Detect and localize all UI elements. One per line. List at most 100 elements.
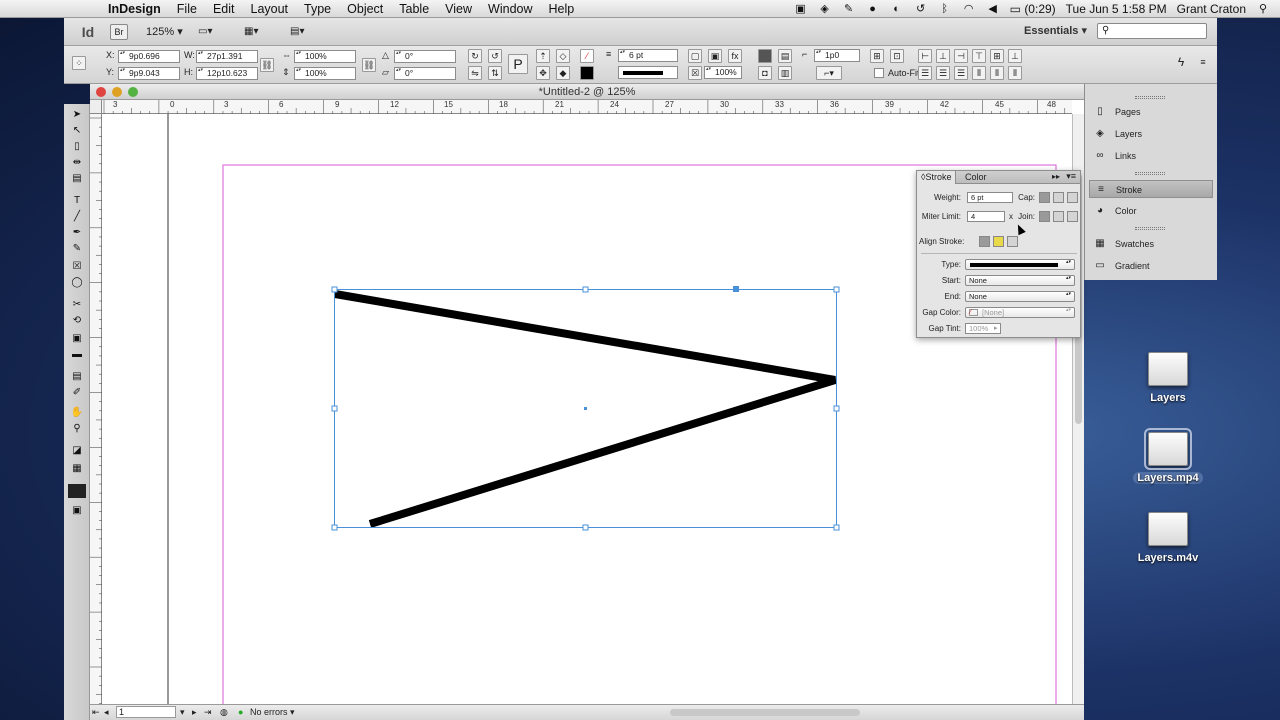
screen-mode-icon[interactable]: ▣ xyxy=(68,504,86,518)
last-page-icon[interactable]: ⇥ xyxy=(204,705,212,720)
wifi-icon[interactable]: ◠ xyxy=(962,3,976,15)
scale-y-input[interactable]: 100% xyxy=(294,67,356,80)
first-page-icon[interactable]: ⇤ xyxy=(92,705,100,720)
round-cap-icon[interactable] xyxy=(1053,192,1064,203)
select-container-icon[interactable]: ⇡ xyxy=(536,49,550,63)
desktop-icon-layers-mp4[interactable]: Layers.mp4 xyxy=(1128,428,1208,484)
time-machine-icon[interactable]: ↺ xyxy=(914,3,928,15)
selection-handle[interactable] xyxy=(331,405,338,412)
start-arrowhead-dropdown[interactable]: None xyxy=(965,275,1075,286)
bluetooth-icon[interactable]: ᛒ xyxy=(938,3,952,15)
path-orientation-icon[interactable]: P xyxy=(508,54,528,74)
camera-icon[interactable]: ▣ xyxy=(794,3,808,15)
align-left-edges-icon[interactable]: ⊢ xyxy=(918,49,932,63)
line-tool-icon[interactable]: ╱ xyxy=(68,210,86,224)
reference-point-icon[interactable]: ⁘ xyxy=(72,56,86,70)
drop-shadow-icon[interactable]: ▢ xyxy=(688,49,702,63)
constrain-proportions-icon[interactable]: ⛓ xyxy=(260,58,274,72)
apply-color-icon[interactable]: ▦ xyxy=(68,462,86,476)
dock-item-color[interactable]: ◕ Color xyxy=(1089,202,1213,220)
width-input[interactable]: 27p1.391 xyxy=(196,50,258,63)
distribute-right-icon[interactable]: ⫴ xyxy=(1008,66,1022,80)
align-center-stroke-icon[interactable] xyxy=(979,236,990,247)
miter-join-icon[interactable] xyxy=(1039,211,1050,222)
miter-limit-input[interactable]: 4 xyxy=(967,211,1005,222)
clock[interactable]: Tue Jun 5 1:58 PM xyxy=(1066,2,1167,16)
rectangle-frame-tool-icon[interactable]: ☒ xyxy=(68,260,86,274)
user-name[interactable]: Grant Craton xyxy=(1177,2,1246,16)
projecting-cap-icon[interactable] xyxy=(1067,192,1078,203)
zoom-window-button[interactable] xyxy=(128,87,138,97)
menu-window[interactable]: Window xyxy=(488,2,532,16)
vertical-ruler[interactable] xyxy=(90,114,102,710)
free-transform-tool-icon[interactable]: ⟲ xyxy=(68,314,86,328)
dock-grip[interactable] xyxy=(1135,172,1165,175)
selection-handle[interactable] xyxy=(833,405,840,412)
menu-app-name[interactable]: InDesign xyxy=(108,2,161,16)
direct-selection-tool-icon[interactable]: ↖ xyxy=(68,124,86,138)
tab-color[interactable]: Color xyxy=(961,171,991,184)
page-number-input[interactable]: 1 xyxy=(116,706,176,718)
corner-shape-select[interactable]: ⌐▾ xyxy=(816,66,842,80)
rotation-angle-input[interactable]: 0° xyxy=(394,50,456,63)
menu-layout[interactable]: Layout xyxy=(251,2,289,16)
select-content-icon[interactable]: ✥ xyxy=(536,66,550,80)
menu-help[interactable]: Help xyxy=(549,2,575,16)
flip-horizontal-icon[interactable]: ⇋ xyxy=(468,66,482,80)
close-window-button[interactable] xyxy=(96,87,106,97)
view-options-button[interactable]: ▭▾ xyxy=(198,24,232,40)
preflight-menu-icon[interactable]: ▾ xyxy=(290,705,295,720)
selection-tool-icon[interactable]: ➤ xyxy=(68,108,86,122)
minimize-window-button[interactable] xyxy=(112,87,122,97)
next-page-icon[interactable]: ▸ xyxy=(192,705,197,720)
preflight-status[interactable]: No errors xyxy=(250,705,288,720)
gradient-feather-tool-icon[interactable]: ▬ xyxy=(68,348,86,362)
dock-grip[interactable] xyxy=(1135,96,1165,99)
help-search-input[interactable]: ⚲ xyxy=(1097,23,1207,39)
arrange-documents-button[interactable]: ▤▾ xyxy=(290,24,324,40)
pen-tool-icon[interactable]: ✒ xyxy=(68,226,86,240)
select-previous-icon[interactable]: ◇ xyxy=(556,49,570,63)
spinner-icon[interactable]: ◐ xyxy=(890,3,904,15)
menu-table[interactable]: Table xyxy=(399,2,429,16)
text-wrap-icon[interactable] xyxy=(758,49,772,63)
menu-object[interactable]: Object xyxy=(347,2,383,16)
gradient-swatch-tool-icon[interactable]: ▣ xyxy=(68,332,86,346)
control-panel-menu-icon[interactable]: ≡ xyxy=(1196,56,1210,70)
align-top-edges-icon[interactable]: ⊤ xyxy=(972,49,986,63)
horizontal-scroll-thumb[interactable] xyxy=(670,709,860,716)
select-next-icon[interactable]: ◆ xyxy=(556,66,570,80)
desktop-icon-layers-folder[interactable]: Layers xyxy=(1128,352,1208,404)
stroke-type-dropdown[interactable] xyxy=(965,259,1075,270)
battery-status[interactable]: ▭ (0:29) xyxy=(1010,2,1056,16)
y-position-input[interactable]: 9p9.043 xyxy=(118,67,180,80)
pen-icon[interactable]: ✎ xyxy=(842,3,856,15)
note-tool-icon[interactable]: ▤ xyxy=(68,370,86,384)
spotlight-search-icon[interactable]: ⚲ xyxy=(1256,3,1270,15)
align-outside-stroke-icon[interactable] xyxy=(1007,236,1018,247)
desktop-icon-layers-m4v[interactable]: Layers.m4v xyxy=(1128,512,1208,564)
bevel-join-icon[interactable] xyxy=(1067,211,1078,222)
align-inside-stroke-icon[interactable] xyxy=(993,236,1004,247)
zoom-tool-icon[interactable]: ⚲ xyxy=(68,422,86,436)
selection-handle[interactable] xyxy=(833,524,840,531)
ellipse-tool-icon[interactable]: ◯ xyxy=(68,276,86,290)
gap-color-dropdown[interactable]: ⁄ [None] xyxy=(965,307,1075,318)
dock-item-swatches[interactable]: ▦ Swatches xyxy=(1089,235,1213,253)
stroke-type-select[interactable] xyxy=(618,66,678,79)
round-join-icon[interactable] xyxy=(1053,211,1064,222)
volume-icon[interactable]: ◀ xyxy=(986,3,1000,15)
dock-item-gradient[interactable]: ▭ Gradient xyxy=(1089,257,1213,275)
apply-none-icon[interactable] xyxy=(68,484,86,498)
fit-frame-content-icon[interactable]: ⊡ xyxy=(890,49,904,63)
stroke-swatch-icon[interactable] xyxy=(580,66,594,80)
scale-x-input[interactable]: 100% xyxy=(294,50,356,63)
menu-view[interactable]: View xyxy=(445,2,472,16)
collapse-panel-icon[interactable]: ▸▸ xyxy=(1052,172,1060,181)
dock-grip[interactable] xyxy=(1135,227,1165,230)
menu-edit[interactable]: Edit xyxy=(213,2,235,16)
align-vcenter-icon[interactable]: ⊞ xyxy=(990,49,1004,63)
zoom-level-select[interactable]: 125% ▾ xyxy=(146,25,186,38)
distribute-top-icon[interactable]: ☰ xyxy=(918,66,932,80)
selection-handle[interactable] xyxy=(331,524,338,531)
